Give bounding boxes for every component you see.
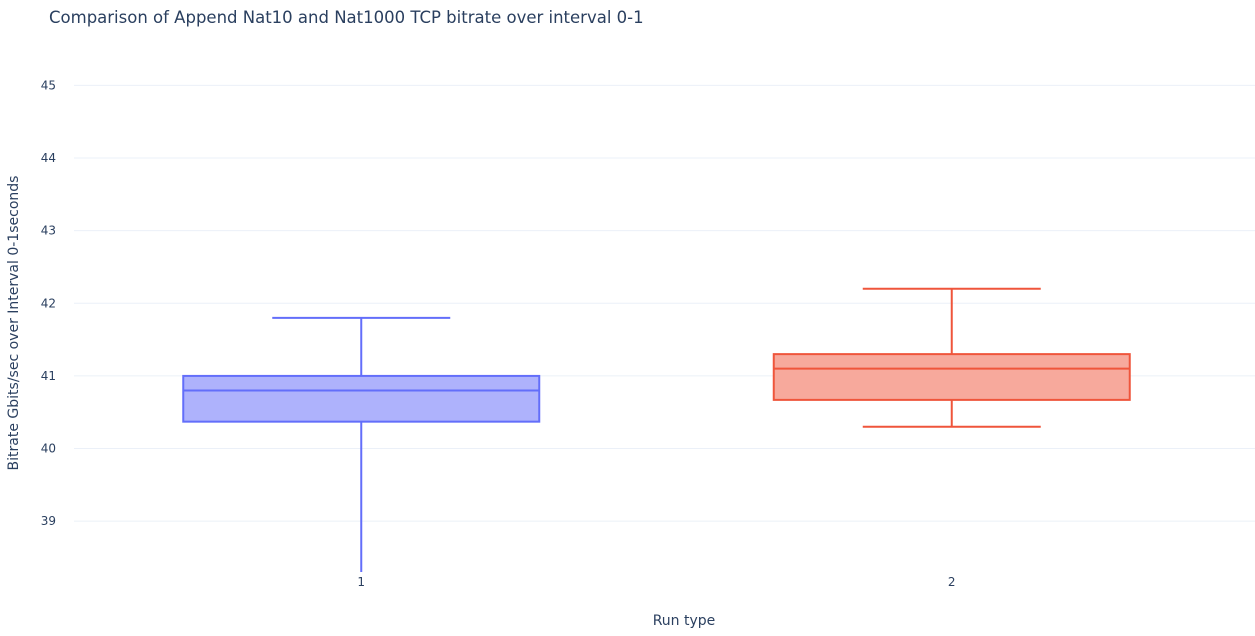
y-tick-label: 43 xyxy=(41,224,56,238)
y-grid-lines xyxy=(74,84,1255,522)
box-1 xyxy=(182,316,541,572)
y-tick-label: 41 xyxy=(41,369,56,383)
y-tick-label: 40 xyxy=(41,442,56,456)
y-tick-labels: 39 40 41 42 43 44 45 xyxy=(41,78,56,528)
x-tick-label: 1 xyxy=(357,575,365,589)
x-axis-title: Run type xyxy=(653,613,716,629)
x-tick-label: 2 xyxy=(948,575,956,589)
x-tick-labels: 12 xyxy=(357,575,955,589)
iqr-box xyxy=(182,374,541,423)
box-2 xyxy=(772,287,1131,428)
y-axis-title: Bitrate Gbits/sec over Interval 0-1secon… xyxy=(6,176,22,471)
y-tick-label: 39 xyxy=(41,514,56,528)
iqr-box xyxy=(772,353,1131,401)
box-series xyxy=(182,287,1131,572)
y-tick-label: 42 xyxy=(41,296,56,310)
box-plot-chart: Comparison of Append Nat10 and Nat1000 T… xyxy=(6,8,1255,629)
y-tick-label: 44 xyxy=(41,151,56,165)
chart-title: Comparison of Append Nat10 and Nat1000 T… xyxy=(49,8,644,27)
y-tick-label: 45 xyxy=(41,78,56,92)
